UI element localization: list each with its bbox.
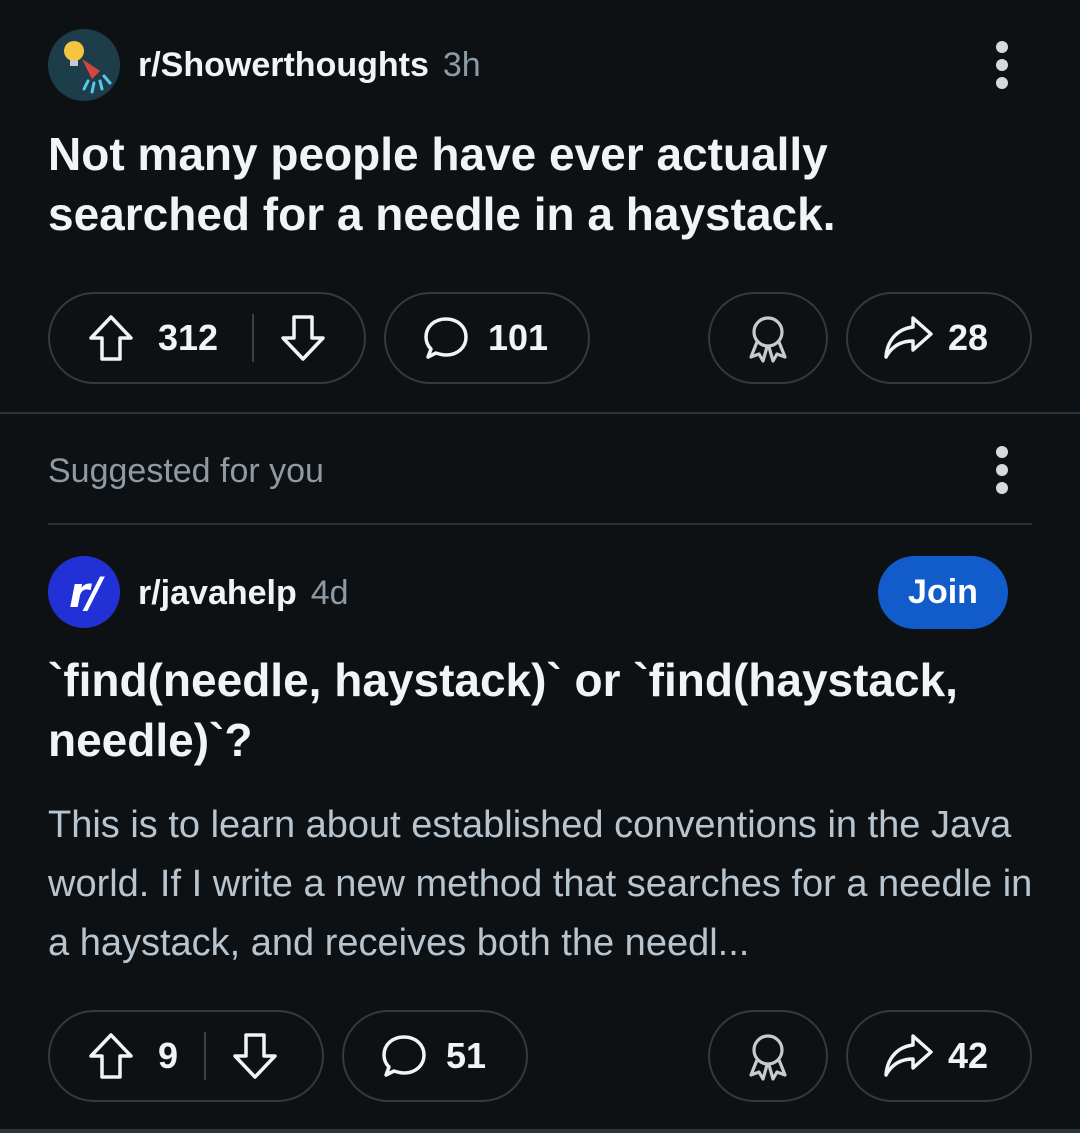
upvote-icon	[89, 315, 133, 361]
share-icon	[884, 1034, 933, 1077]
share-count: 28	[948, 317, 989, 358]
vote-divider	[204, 1032, 207, 1080]
share-icon	[884, 316, 933, 359]
more-options-icon	[994, 446, 1010, 494]
comments-button[interactable]: 51	[342, 1010, 528, 1102]
suggested-meta: r/javahelp 4d	[138, 574, 349, 613]
subreddit-name[interactable]: r/Showerthoughts	[138, 46, 429, 85]
share-button[interactable]: 42	[846, 1010, 1032, 1102]
vote-divider	[252, 314, 255, 362]
downvote-button[interactable]	[232, 1032, 278, 1080]
subreddit-avatar[interactable]: r/	[48, 556, 120, 628]
join-button[interactable]: Join	[878, 556, 1008, 629]
upvote-icon	[89, 1033, 133, 1079]
downvote-icon	[281, 315, 325, 361]
post-meta: r/Showerthoughts 3h	[138, 46, 481, 85]
post-age: 3h	[442, 46, 481, 84]
suggested-body[interactable]: This is to learn about established conve…	[48, 796, 1048, 973]
comments-button[interactable]: 101	[384, 292, 590, 384]
comment-count: 51	[446, 1035, 487, 1076]
shower-lightbulb-icon	[64, 41, 112, 94]
bottom-divider	[0, 1129, 1080, 1133]
comment-icon	[424, 317, 468, 359]
reddit-logo-icon: r/	[68, 567, 102, 617]
section-divider	[0, 412, 1080, 414]
award-icon	[749, 316, 787, 363]
post-options-button[interactable]	[994, 41, 1010, 89]
comment-count: 101	[488, 317, 549, 358]
award-icon	[749, 1034, 787, 1081]
vote-bar: 312	[48, 292, 366, 384]
subreddit-avatar[interactable]	[48, 29, 120, 101]
more-options-icon	[994, 41, 1010, 89]
suggested-divider	[48, 523, 1032, 525]
upvote-count: 312	[158, 317, 219, 358]
upvote-button[interactable]	[88, 314, 134, 362]
upvote-count: 9	[158, 1035, 179, 1076]
subreddit-name[interactable]: r/javahelp	[138, 574, 297, 613]
suggested-title[interactable]: `find(needle, haystack)` or `find(haysta…	[48, 650, 1008, 770]
share-button[interactable]: 28	[846, 292, 1032, 384]
comment-icon	[382, 1035, 426, 1077]
award-button[interactable]	[708, 1010, 828, 1102]
share-count: 42	[948, 1035, 989, 1076]
post-age: 4d	[310, 574, 349, 612]
post-title[interactable]: Not many people have ever actually searc…	[48, 124, 1038, 244]
upvote-button[interactable]	[88, 1032, 134, 1080]
suggested-options-button[interactable]	[994, 446, 1010, 494]
award-button[interactable]	[708, 292, 828, 384]
vote-bar: 9	[48, 1010, 324, 1102]
downvote-button[interactable]	[280, 314, 326, 362]
suggested-header: Suggested for you	[48, 452, 324, 490]
downvote-icon	[233, 1033, 277, 1079]
